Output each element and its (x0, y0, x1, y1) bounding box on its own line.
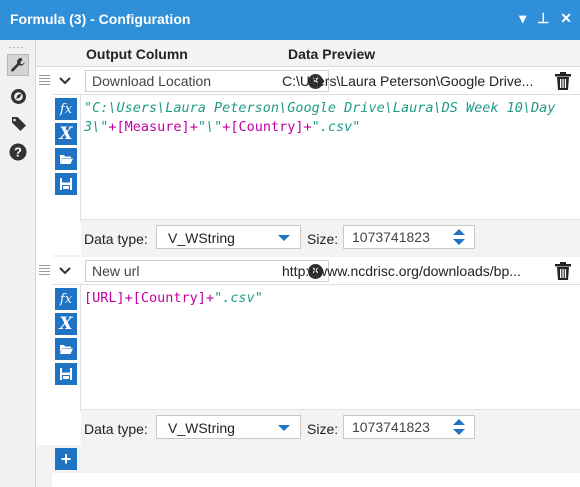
divider (80, 285, 81, 412)
variable-icon[interactable]: X (55, 123, 77, 145)
compass-icon[interactable] (7, 85, 29, 107)
folder-open-icon[interactable] (55, 148, 77, 170)
data-type-value: V_WString (168, 420, 235, 436)
data-preview-value: C:\Users\Laura Peterson\Google Drive... (282, 73, 534, 89)
chevron-down-icon[interactable] (56, 72, 74, 90)
add-formula-button[interactable]: + (55, 448, 77, 470)
formula-buttons: fx X (55, 98, 77, 198)
expression-area: fx X "C:\Users\Laura Peterson\Google Dri… (52, 95, 580, 222)
data-preview-header: Data Preview (288, 46, 376, 62)
spinner-icon[interactable] (452, 418, 466, 436)
tool-strip: .... ? (0, 40, 36, 487)
chevron-down-icon[interactable] (56, 262, 74, 280)
field-token: [Country] (132, 290, 206, 306)
fx-icon[interactable]: fx (55, 98, 77, 120)
save-icon[interactable] (55, 173, 77, 195)
drag-handle[interactable] (36, 68, 52, 92)
operator-token: + (189, 119, 198, 135)
operator-token: + (108, 119, 117, 135)
dropdown-arrow-icon[interactable] (278, 425, 290, 431)
grip-icon[interactable]: .... (9, 40, 24, 51)
svg-text:?: ? (14, 145, 22, 160)
data-type-value: V_WString (168, 230, 235, 246)
field-token: [Measure] (116, 119, 190, 135)
data-type-label: Data type: (84, 231, 148, 247)
window-controls: ▾ ⊥ ✕ (512, 10, 572, 27)
string-token: ".csv" (311, 119, 361, 135)
string-token: ".csv" (214, 290, 263, 306)
add-row: + (52, 445, 580, 473)
operator-token: + (124, 290, 133, 306)
size-field[interactable] (343, 225, 475, 249)
formula-row[interactable]: × C:\Users\Laura Peterson\Google Drive..… (52, 67, 580, 95)
data-type-label: Data type: (84, 421, 148, 437)
data-type-select[interactable]: V_WString (156, 225, 301, 249)
close-icon[interactable]: ✕ (560, 10, 572, 27)
output-column-input[interactable] (92, 262, 292, 280)
field-token: [Country] (230, 119, 304, 135)
size-label: Size: (307, 421, 339, 437)
output-column-input[interactable] (92, 72, 292, 90)
operator-token: + (205, 290, 215, 306)
expression-editor[interactable]: "C:\Users\Laura Peterson\Google Drive\La… (84, 99, 564, 137)
pin-icon[interactable]: ⊥ (537, 10, 549, 27)
field-token: [URL] (84, 290, 125, 306)
dropdown-arrow-icon[interactable] (278, 235, 290, 241)
help-icon[interactable]: ? (7, 141, 29, 163)
size-label: Size: (307, 231, 339, 247)
drag-handle[interactable] (36, 258, 52, 282)
variable-icon[interactable]: X (55, 313, 77, 335)
size-field[interactable] (343, 415, 475, 439)
folder-open-icon[interactable] (55, 338, 77, 360)
trash-icon[interactable] (554, 71, 572, 91)
expression-area: fx X [URL]+[Country]+".csv" (52, 285, 580, 412)
dropdown-icon[interactable]: ▾ (519, 10, 526, 27)
size-input[interactable] (352, 419, 442, 435)
data-type-select[interactable]: V_WString (156, 415, 301, 439)
title-bar: Formula (3) - Configuration ▾ ⊥ ✕ (0, 0, 580, 40)
output-column-header: Output Column (86, 46, 188, 62)
panel-footer (36, 445, 52, 487)
data-type-row: Data type: V_WString Size: (81, 409, 580, 445)
data-preview-value: http://www.ncdrisc.org/downloads/bp... (282, 263, 521, 279)
save-icon[interactable] (55, 363, 77, 385)
formula-buttons: fx X (55, 288, 77, 388)
operator-token: + (303, 119, 312, 135)
column-header: Output Column Data Preview (36, 40, 580, 67)
size-input[interactable] (352, 229, 442, 245)
tag-icon[interactable] (7, 112, 29, 134)
data-type-row: Data type: V_WString Size: (81, 219, 580, 255)
fx-icon[interactable]: fx (55, 288, 77, 310)
string-token: "\" (197, 119, 223, 135)
wrench-icon[interactable] (7, 54, 29, 76)
expression-editor[interactable]: [URL]+[Country]+".csv" (84, 289, 564, 308)
spinner-icon[interactable] (452, 228, 466, 246)
window-title: Formula (3) - Configuration (10, 11, 191, 27)
trash-icon[interactable] (554, 261, 572, 281)
formula-row[interactable]: × http://www.ncdrisc.org/downloads/bp... (52, 257, 580, 285)
divider (80, 95, 81, 222)
